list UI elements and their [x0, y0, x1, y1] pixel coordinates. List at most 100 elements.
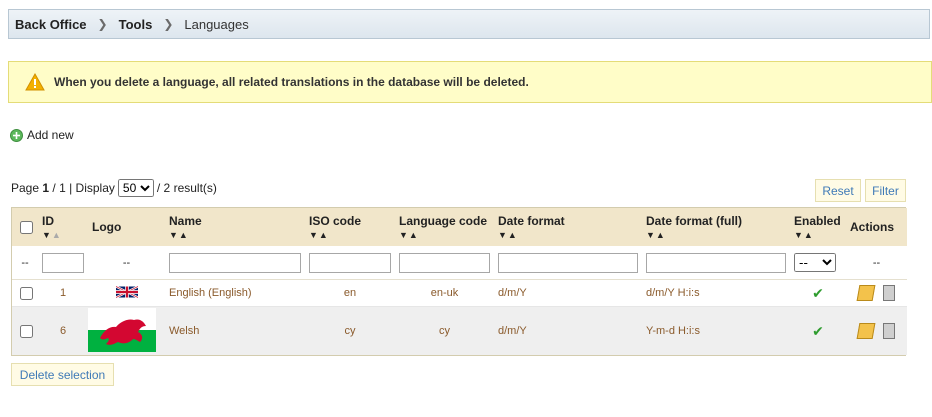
filter-id-cell: [38, 246, 88, 280]
add-icon: [10, 128, 23, 142]
filter-id-input[interactable]: [42, 252, 84, 273]
col-iso-label: ISO code: [309, 214, 362, 228]
row-date-full: Y-m-d H:i:s: [642, 306, 790, 355]
row-date-full: d/m/Y H:i:s: [642, 279, 790, 307]
filter-lang-input[interactable]: [399, 252, 490, 273]
select-all-checkbox[interactable]: [20, 220, 33, 234]
page-label: Page: [11, 181, 40, 195]
sort-arrows-icon[interactable]: ▼▲: [309, 230, 391, 240]
filter-date-input[interactable]: [498, 252, 638, 273]
select-all-cell: [12, 208, 38, 246]
col-date-full-label: Date format (full): [646, 214, 742, 228]
row-enabled: ✔: [790, 306, 846, 355]
results-count: / 2 result(s): [156, 181, 217, 195]
breadcrumb-back-office[interactable]: Back Office: [15, 17, 87, 32]
row-id: 1: [38, 279, 88, 307]
filter-name-cell: [165, 246, 305, 280]
warning-icon: [25, 73, 45, 91]
table-row[interactable]: 6 Welsh cy cy d/m/Y Y-m-d H:i:s ✔: [12, 306, 907, 355]
welsh-flag-icon: [88, 307, 156, 352]
row-lang: en-uk: [395, 279, 494, 307]
row-logo: [88, 279, 165, 307]
page-total: / 1: [52, 181, 66, 195]
reset-button[interactable]: Reset: [815, 179, 861, 202]
sort-arrows-icon[interactable]: ▼▲: [794, 230, 842, 240]
row-lang: cy: [395, 306, 494, 355]
filter-date-full-cell: [642, 246, 790, 280]
filter-enabled-select[interactable]: --: [794, 253, 836, 272]
row-id: 6: [38, 306, 88, 355]
row-actions: [846, 279, 907, 307]
row-iso: cy: [305, 306, 395, 355]
row-checkbox-cell: [12, 306, 38, 355]
sort-arrows-icon[interactable]: ▼▲: [646, 230, 786, 240]
trash-icon[interactable]: [882, 285, 895, 301]
col-actions: Actions: [846, 208, 907, 246]
col-id-label: ID: [42, 214, 54, 228]
row-checkbox-cell: [12, 279, 38, 307]
row-checkbox[interactable]: [20, 324, 33, 338]
row-checkbox[interactable]: [20, 286, 33, 300]
sort-arrows-icon[interactable]: ▼▲: [169, 230, 301, 240]
filter-iso-input[interactable]: [309, 252, 391, 273]
add-new-label: Add new: [27, 128, 74, 142]
col-lang-label: Language code: [399, 214, 488, 228]
row-actions: [846, 306, 907, 355]
filter-name-input[interactable]: [169, 252, 301, 273]
row-date: d/m/Y: [494, 279, 642, 307]
row-logo: [88, 306, 165, 355]
col-name-label: Name: [169, 214, 202, 228]
check-icon[interactable]: ✔: [812, 323, 824, 339]
filter-lang-cell: [395, 246, 494, 280]
filter-button[interactable]: Filter: [865, 179, 906, 202]
filter-dash: --: [846, 246, 907, 280]
chevron-right-icon: ❯: [97, 17, 108, 31]
col-name: Name ▼▲: [165, 208, 305, 246]
sort-arrows-icon[interactable]: ▼▲: [42, 230, 84, 240]
col-date: Date format ▼▲: [494, 208, 642, 246]
row-iso: en: [305, 279, 395, 307]
table-header: ID ▼▲ Logo Name ▼▲ ISO code ▼▲ Language cod…: [12, 208, 907, 246]
add-new-link[interactable]: Add new: [10, 128, 74, 142]
filter-dash: --: [12, 246, 38, 280]
col-logo: Logo: [88, 208, 165, 246]
breadcrumb-languages: Languages: [184, 16, 249, 32]
trash-icon[interactable]: [882, 323, 895, 339]
filter-dash: --: [88, 246, 165, 280]
chevron-right-icon: ❯: [163, 17, 174, 31]
languages-table: ID ▼▲ Logo Name ▼▲ ISO code ▼▲ Language cod…: [11, 207, 907, 356]
sort-arrows-icon[interactable]: ▼▲: [498, 230, 638, 240]
display-label: | Display: [69, 181, 115, 195]
col-date-label: Date format: [498, 214, 565, 228]
delete-selection-button[interactable]: Delete selection: [11, 363, 114, 386]
check-icon[interactable]: ✔: [812, 285, 824, 301]
col-enabled: Enabled ▼▲: [790, 208, 846, 246]
filter-row: -- -- -- --: [12, 246, 907, 280]
breadcrumb: Back Office ❯ Tools ❯ Languages: [8, 9, 930, 39]
filter-enabled-cell: --: [790, 246, 846, 280]
col-actions-label: Actions: [850, 220, 895, 234]
filter-date-full-input[interactable]: [646, 252, 786, 273]
pagination: Page 1 / 1 | Display 50 / 2 result(s): [11, 179, 217, 197]
table-row[interactable]: 1 English (English) en en-uk d/m/Y d/m/Y…: [12, 279, 907, 307]
filter-date-cell: [494, 246, 642, 280]
warning-text: When you delete a language, all related …: [54, 75, 529, 89]
edit-icon[interactable]: [857, 323, 876, 339]
sort-arrows-icon[interactable]: ▼▲: [399, 230, 490, 240]
filter-iso-cell: [305, 246, 395, 280]
row-name: English (English): [165, 279, 305, 307]
row-name: Welsh: [165, 306, 305, 355]
col-date-full: Date format (full) ▼▲: [642, 208, 790, 246]
warning-banner: When you delete a language, all related …: [8, 61, 932, 103]
uk-flag-icon: [115, 285, 138, 298]
row-date: d/m/Y: [494, 306, 642, 355]
row-enabled: ✔: [790, 279, 846, 307]
col-iso: ISO code ▼▲: [305, 208, 395, 246]
edit-icon[interactable]: [857, 285, 876, 301]
per-page-select[interactable]: 50: [117, 179, 154, 197]
col-enabled-label: Enabled: [794, 214, 841, 228]
col-logo-label: Logo: [92, 220, 122, 234]
breadcrumb-tools[interactable]: Tools: [119, 17, 153, 32]
page-current: 1: [42, 181, 50, 195]
col-id: ID ▼▲: [38, 208, 88, 246]
